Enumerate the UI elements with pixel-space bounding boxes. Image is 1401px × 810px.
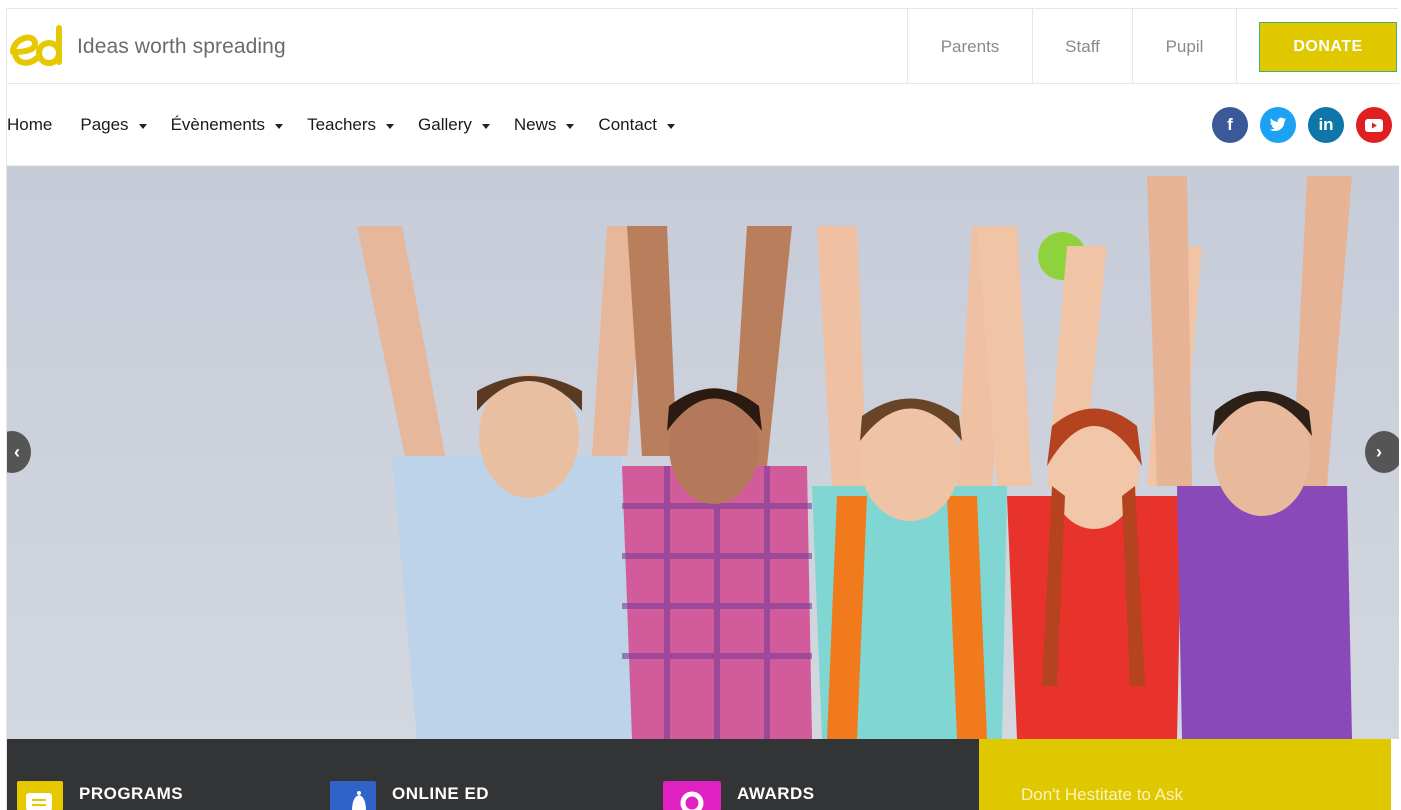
top-link-parents[interactable]: Parents [907,9,1032,84]
caret-down-icon [566,123,575,129]
chevron-right-icon: › [1376,441,1382,462]
twitter-icon[interactable] [1260,107,1296,143]
top-links: Parents Staff Pupil DONATE [907,9,1399,84]
twitter-bird-icon [1269,117,1287,132]
feature-title: AWARDS [737,784,815,803]
social-links: f in [1200,107,1392,143]
donate-button[interactable]: DONATE [1259,21,1397,72]
nav-item-evenements[interactable]: Évènements [171,115,284,135]
caret-down-icon [481,123,490,129]
feature-programs[interactable]: PROGRAMS [17,781,183,810]
caret-down-icon [275,123,284,129]
nav-item-label: Contact [598,115,658,134]
award-icon [663,781,721,810]
donate-wrapper: DONATE [1236,9,1399,84]
feature-online-ed[interactable]: ONLINE ED [330,781,489,810]
ask-text: Don't Hestitate to Ask [1021,785,1183,804]
page: Ideas worth spreading Parents Staff Pupi… [6,8,1399,810]
top-bar: Ideas worth spreading Parents Staff Pupi… [7,9,1399,84]
nav-item-label: Évènements [170,115,266,134]
nav-item-news[interactable]: News [514,115,575,135]
caret-down-icon [667,123,676,129]
nav-item-label: Pages [80,115,129,134]
hero-slider: ‹ › [7,166,1399,739]
bell-icon [330,781,376,810]
logo[interactable]: Ideas worth spreading [7,19,307,75]
youtube-play-icon [1365,118,1383,132]
slider-next-button[interactable]: › [1365,431,1399,473]
ed-logo-icon [10,25,62,66]
hero-image [7,166,1399,739]
document-icon [17,781,63,810]
ask-panel[interactable]: Don't Hestitate to Ask [979,739,1391,810]
caret-down-icon [386,123,395,129]
nav-menu: Home Pages Évènements Teachers Gallery N… [7,84,699,166]
features-strip: PROGRAMS ONLINE ED AWARDS [7,739,979,810]
nav-item-teachers[interactable]: Teachers [307,115,395,135]
nav-item-label: Teachers [307,115,377,134]
linkedin-icon[interactable]: in [1308,107,1344,143]
nav-item-contact[interactable]: Contact [598,115,676,135]
nav-item-gallery[interactable]: Gallery [418,115,490,135]
nav-item-label: Home [7,115,53,134]
top-link-staff[interactable]: Staff [1032,9,1132,84]
caret-down-icon [138,123,147,129]
main-nav: Home Pages Évènements Teachers Gallery N… [7,84,1399,166]
nav-item-label: Gallery [418,115,472,134]
nav-item-home[interactable]: Home [7,115,52,135]
nav-item-pages[interactable]: Pages [80,115,147,135]
youtube-icon[interactable] [1356,107,1392,143]
tagline: Ideas worth spreading [77,35,286,58]
chevron-left-icon: ‹ [14,441,20,462]
feature-title: PROGRAMS [79,784,184,803]
feature-title: ONLINE ED [392,784,490,803]
top-link-pupil[interactable]: Pupil [1132,9,1236,84]
nav-item-label: News [513,115,557,134]
facebook-icon[interactable]: f [1212,107,1248,143]
feature-awards[interactable]: AWARDS [663,781,815,810]
